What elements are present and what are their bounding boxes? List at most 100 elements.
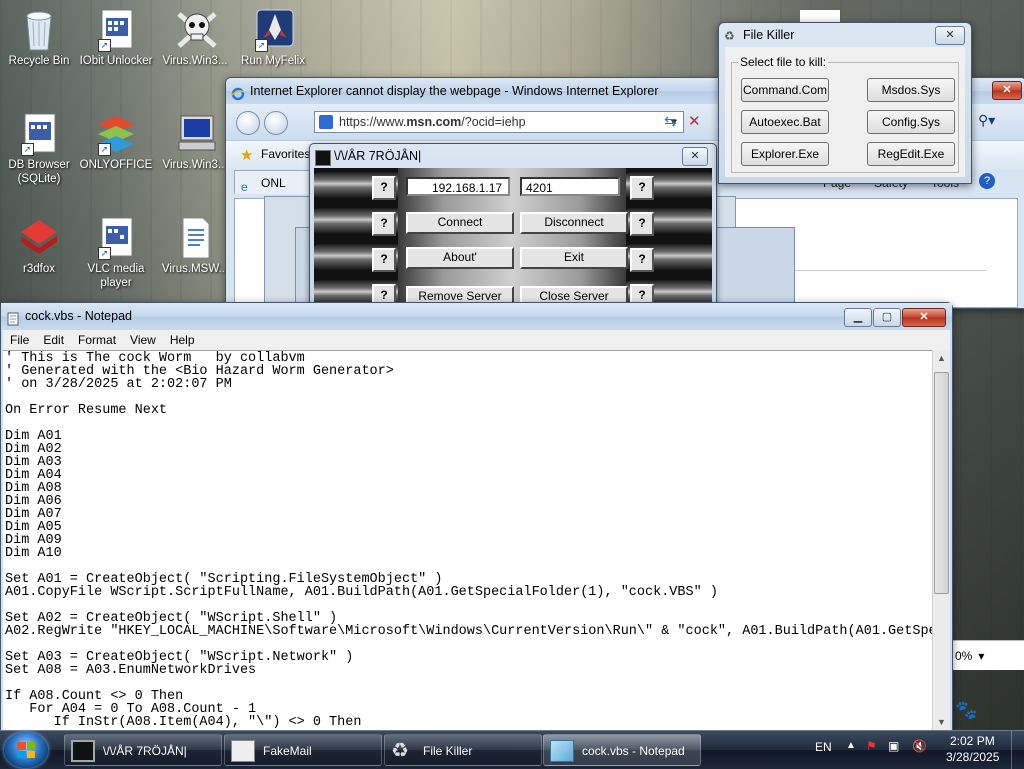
desktop-icon-label: Virus.Win3...: [162, 55, 228, 67]
close-button[interactable]: ✕: [902, 308, 946, 327]
minimize-button[interactable]: ▁: [844, 308, 872, 327]
notepad-editor[interactable]: ' This is The cock Worm by collabvm ' Ge…: [3, 350, 933, 731]
search-icon[interactable]: ⚲▾: [978, 112, 995, 129]
taskbar-item-trojan[interactable]: \/\/ÅR 7RÖJÅN|: [64, 734, 222, 766]
kill-autoexec-bat-button[interactable]: Autoexec.Bat: [741, 110, 829, 134]
desktop-icon-label: r3dfox: [23, 263, 55, 275]
file-killer-window: ♻ File Killer ✕ Select file to kill: Com…: [718, 22, 972, 184]
network-icon[interactable]: ▣: [888, 739, 899, 753]
scroll-down-icon[interactable]: ▼: [933, 714, 950, 731]
ie-close-button[interactable]: ✕: [992, 81, 1022, 100]
kill-command-com-button[interactable]: Command.Com: [741, 78, 829, 102]
kill-explorer-exe-button[interactable]: Explorer.Exe: [741, 142, 829, 166]
kill-regedit-exe-button[interactable]: RegEdit.Exe: [867, 142, 955, 166]
ie-tab[interactable]: e ONL: [234, 170, 314, 194]
connect-button[interactable]: Connect: [406, 212, 514, 234]
scroll-thumb[interactable]: [934, 372, 949, 594]
file-killer-app-icon: ♻: [724, 29, 735, 43]
menu-view[interactable]: View: [123, 330, 163, 350]
desktop-icon-recycle-bin[interactable]: Recycle Bin: [0, 8, 78, 68]
file-killer-title: File Killer: [743, 28, 795, 42]
taskbar-item-fakemail[interactable]: FakeMail: [224, 734, 382, 766]
menu-format[interactable]: Format: [71, 330, 123, 350]
file-killer-titlebar[interactable]: ♻ File Killer ✕: [719, 23, 971, 47]
kill-config-sys-button[interactable]: Config.Sys: [867, 110, 955, 134]
notepad-text[interactable]: ' This is The cock Worm by collabvm ' Ge…: [3, 351, 933, 730]
show-desktop-button[interactable]: [1011, 731, 1024, 769]
favorites-label[interactable]: Favorites: [261, 147, 310, 161]
windows-logo-icon: [17, 742, 35, 758]
help-q-button[interactable]: ?: [630, 176, 654, 200]
back-icon[interactable]: [236, 111, 260, 135]
menu-file[interactable]: File: [3, 330, 36, 350]
scroll-up-icon[interactable]: ▲: [933, 350, 950, 367]
url-suffix: /?ocid=iehp: [461, 115, 526, 129]
notepad-titlebar[interactable]: cock.vbs - Notepad ▁ ▢ ✕: [1, 303, 952, 330]
notepad-app-icon: [6, 309, 20, 326]
action-center-flag-icon[interactable]: ⚑: [866, 739, 877, 753]
clock-time[interactable]: 2:02 PM: [950, 734, 995, 748]
ie-url-field[interactable]: https://www.msn.com/?ocid=iehp ▾: [314, 111, 684, 133]
desktop-icon-db-browser[interactable]: ➚ DB Browser (SQLite): [0, 112, 78, 186]
desktop-icon-virus-1[interactable]: Virus.Win3...: [156, 8, 234, 68]
desktop-icon-virus-3[interactable]: Virus.MSW...: [156, 216, 234, 276]
about-button[interactable]: About': [406, 247, 514, 269]
recycle-icon: ♻: [391, 740, 409, 762]
help-q-button[interactable]: ?: [372, 212, 396, 236]
terminal-app-icon: [315, 150, 331, 166]
shortcut-arrow-icon: ➚: [21, 143, 34, 156]
ie-logo-icon: [231, 84, 245, 101]
help-q-button[interactable]: ?: [630, 248, 654, 272]
exit-button[interactable]: Exit: [520, 247, 628, 269]
kill-msdos-sys-button[interactable]: Msdos.Sys: [867, 78, 955, 102]
menu-help[interactable]: Help: [163, 330, 202, 350]
notepad-icon: [550, 740, 574, 762]
help-q-button[interactable]: ?: [372, 176, 396, 200]
port-field[interactable]: 4201: [520, 177, 620, 196]
file-killer-close-button[interactable]: ✕: [935, 26, 965, 45]
desktop-icon-run-myfelix[interactable]: ➚ Run MyFelix: [234, 8, 312, 68]
computer-icon: [175, 112, 216, 156]
notepad-window: cock.vbs - Notepad ▁ ▢ ✕ File Edit Forma…: [0, 302, 953, 732]
help-q-button[interactable]: ?: [630, 284, 654, 304]
desktop-icon-virus-2[interactable]: Virus.Win3...: [156, 112, 234, 172]
help-q-button[interactable]: ?: [372, 248, 396, 272]
favorites-star-icon[interactable]: ★: [240, 146, 253, 164]
taskbar-item-notepad[interactable]: cock.vbs - Notepad: [543, 734, 701, 766]
vertical-scrollbar[interactable]: ▲ ▼: [932, 350, 950, 731]
show-hidden-icons-icon[interactable]: ▲: [846, 740, 856, 751]
zoom-level[interactable]: 0% ▾: [951, 640, 1024, 670]
shortcut-arrow-icon: ➚: [98, 247, 111, 260]
clock-date[interactable]: 3/28/2025: [946, 750, 999, 764]
menu-edit[interactable]: Edit: [36, 330, 71, 350]
disconnect-button[interactable]: Disconnect: [520, 212, 628, 234]
refresh-icon[interactable]: ⇆: [664, 113, 682, 131]
desktop-icon-onlyoffice[interactable]: ➚ ONLYOFFICE: [77, 112, 155, 172]
taskbar-item-label: cock.vbs - Notepad: [582, 744, 685, 758]
system-tray: EN ▲ ⚑ ▣ 🔇 2:02 PM 3/28/2025: [800, 731, 1024, 769]
ip-address-field[interactable]: 192.168.1.17: [406, 177, 510, 196]
forward-icon[interactable]: [264, 111, 288, 135]
help-q-button[interactable]: ?: [372, 284, 396, 304]
maximize-button[interactable]: ▢: [873, 308, 901, 327]
desktop-icon-r3dfox[interactable]: r3dfox: [0, 216, 78, 276]
help-q-button[interactable]: ?: [630, 212, 654, 236]
trojan-client-body: ? ? ? ? ? ? ? ? 192.168.1.17 4201 Connec…: [314, 168, 712, 304]
desktop-icon-label: IObit Unlocker: [79, 55, 153, 67]
trojan-close-button[interactable]: ✕: [682, 147, 708, 166]
stop-icon[interactable]: ✕: [688, 113, 706, 131]
language-indicator[interactable]: EN: [815, 740, 832, 754]
ie-tab-label: ONL: [261, 176, 286, 190]
skull-crossbones-icon: [175, 8, 217, 52]
start-button[interactable]: [4, 732, 48, 768]
desktop-icon-iobit-unlocker[interactable]: ➚ IObit Unlocker: [77, 8, 155, 68]
r3dfox-icon: [19, 216, 59, 260]
volume-muted-icon[interactable]: 🔇: [912, 739, 927, 753]
app-window-icon: ➚: [96, 216, 136, 260]
desktop-icon-vlc[interactable]: ➚ VLC media player: [77, 216, 155, 290]
help-icon[interactable]: ?: [979, 173, 995, 189]
lock-page-icon: [319, 115, 333, 129]
trojan-titlebar[interactable]: \/\/ÅR 7RÖJÅN| ✕: [310, 144, 716, 168]
trojan-client-window: \/\/ÅR 7RÖJÅN| ✕ ? ? ? ? ? ? ? ? 192.168…: [309, 143, 717, 305]
taskbar-item-file-killer[interactable]: ♻ File Killer: [384, 734, 542, 766]
